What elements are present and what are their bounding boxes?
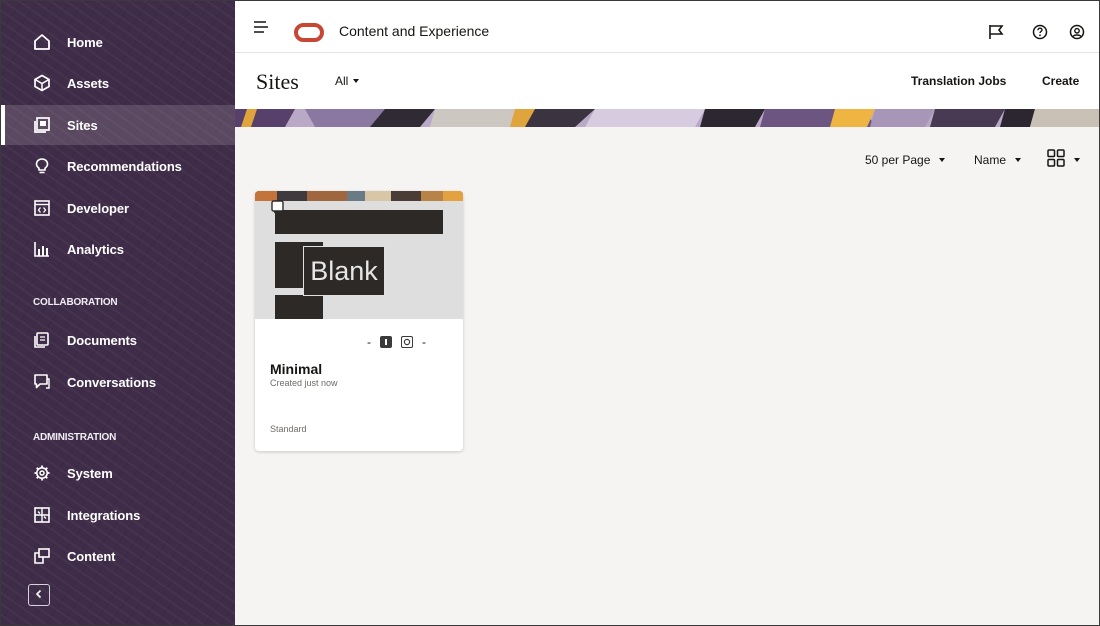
status-separator: - bbox=[422, 335, 426, 349]
chevron-down-icon bbox=[939, 158, 946, 162]
collaboration-heading: COLLABORATION bbox=[33, 297, 118, 308]
collapse-sidebar-button[interactable] bbox=[28, 584, 50, 606]
sites-icon bbox=[33, 116, 51, 134]
administration-heading: ADMINISTRATION bbox=[33, 432, 117, 443]
site-card[interactable]: Blank - - Minimal Created just now Stand… bbox=[255, 191, 463, 451]
thumbnail-blank-label: Blank bbox=[303, 246, 385, 296]
sidebar-item-system[interactable]: System bbox=[1, 453, 235, 493]
sidebar-item-conversations[interactable]: Conversations bbox=[1, 362, 235, 402]
sidebar-item-label: Analytics bbox=[67, 241, 124, 257]
sidebar-item-recommendations[interactable]: Recommendations bbox=[1, 146, 235, 186]
lightbulb-icon bbox=[33, 157, 51, 175]
sidebar-item-content[interactable]: Content bbox=[1, 536, 235, 576]
chevron-left-icon bbox=[34, 586, 44, 604]
sidebar-item-label: Conversations bbox=[67, 374, 157, 390]
select-checkbox-icon[interactable] bbox=[271, 200, 285, 214]
filter-label: All bbox=[335, 74, 349, 88]
site-thumbnail: Blank bbox=[255, 191, 463, 319]
translation-jobs-button[interactable]: Translation Jobs bbox=[911, 74, 1006, 88]
per-page-dropdown[interactable]: 50 per Page bbox=[865, 153, 946, 167]
chevron-down-icon bbox=[1015, 158, 1022, 162]
sidebar: Home Assets Sites Recommendations Develo… bbox=[1, 1, 235, 625]
sidebar-item-label: Integrations bbox=[67, 507, 141, 523]
sidebar-item-documents[interactable]: Documents bbox=[1, 320, 235, 360]
sidebar-item-home[interactable]: Home bbox=[1, 22, 235, 62]
chevron-down-icon bbox=[1074, 157, 1080, 162]
integrations-icon bbox=[33, 506, 51, 524]
assets-icon bbox=[33, 74, 51, 92]
oracle-logo bbox=[294, 23, 324, 42]
sidebar-item-analytics[interactable]: Analytics bbox=[1, 229, 235, 269]
site-type: Standard bbox=[270, 424, 307, 434]
filter-dropdown[interactable]: All bbox=[335, 74, 360, 88]
user-icon[interactable] bbox=[1068, 23, 1086, 41]
conversations-icon bbox=[33, 373, 51, 391]
sort-label: Name bbox=[974, 153, 1007, 167]
top-bar: Content and Experience bbox=[235, 1, 1099, 53]
app-frame: Home Assets Sites Recommendations Develo… bbox=[0, 0, 1100, 626]
home-icon bbox=[33, 33, 51, 51]
content-icon bbox=[33, 547, 51, 565]
site-status-row: - - bbox=[367, 335, 426, 349]
online-status-icon bbox=[401, 336, 413, 348]
sidebar-item-label: Documents bbox=[67, 332, 137, 348]
developer-icon bbox=[33, 199, 51, 217]
sort-dropdown[interactable]: Name bbox=[974, 153, 1022, 167]
sidebar-item-label: Developer bbox=[67, 200, 129, 216]
flag-icon[interactable] bbox=[987, 23, 1005, 41]
grid-view-icon bbox=[1047, 149, 1065, 170]
sidebar-item-label: System bbox=[67, 465, 113, 481]
sidebar-item-assets[interactable]: Assets bbox=[1, 63, 235, 103]
hamburger-icon[interactable] bbox=[254, 20, 268, 34]
site-created: Created just now bbox=[270, 378, 338, 388]
sidebar-item-label: Sites bbox=[67, 117, 98, 133]
sidebar-item-label: Content bbox=[67, 548, 116, 564]
analytics-icon bbox=[33, 240, 51, 258]
sites-content: 50 per Page Name Blank - - Minimal Creat… bbox=[235, 127, 1099, 625]
site-name: Minimal bbox=[270, 361, 323, 377]
page-title: Sites bbox=[256, 69, 299, 94]
per-page-label: 50 per Page bbox=[865, 153, 931, 167]
documents-icon bbox=[33, 331, 51, 349]
sidebar-item-label: Recommendations bbox=[67, 158, 182, 174]
help-icon[interactable] bbox=[1031, 23, 1049, 41]
gear-icon bbox=[33, 464, 51, 482]
decorative-banner bbox=[235, 109, 1099, 127]
page-header: Sites All Translation Jobs Create bbox=[235, 53, 1099, 109]
sidebar-item-integrations[interactable]: Integrations bbox=[1, 495, 235, 535]
published-status-icon bbox=[380, 336, 392, 348]
create-button[interactable]: Create bbox=[1042, 74, 1079, 88]
status-separator: - bbox=[367, 335, 371, 349]
chevron-down-icon bbox=[353, 79, 360, 83]
sidebar-item-developer[interactable]: Developer bbox=[1, 188, 235, 228]
sidebar-item-label: Home bbox=[67, 34, 103, 50]
app-title: Content and Experience bbox=[339, 23, 490, 39]
sidebar-item-label: Assets bbox=[67, 75, 110, 91]
sidebar-item-sites[interactable]: Sites bbox=[1, 105, 235, 145]
view-toggle-dropdown[interactable] bbox=[1047, 149, 1080, 170]
